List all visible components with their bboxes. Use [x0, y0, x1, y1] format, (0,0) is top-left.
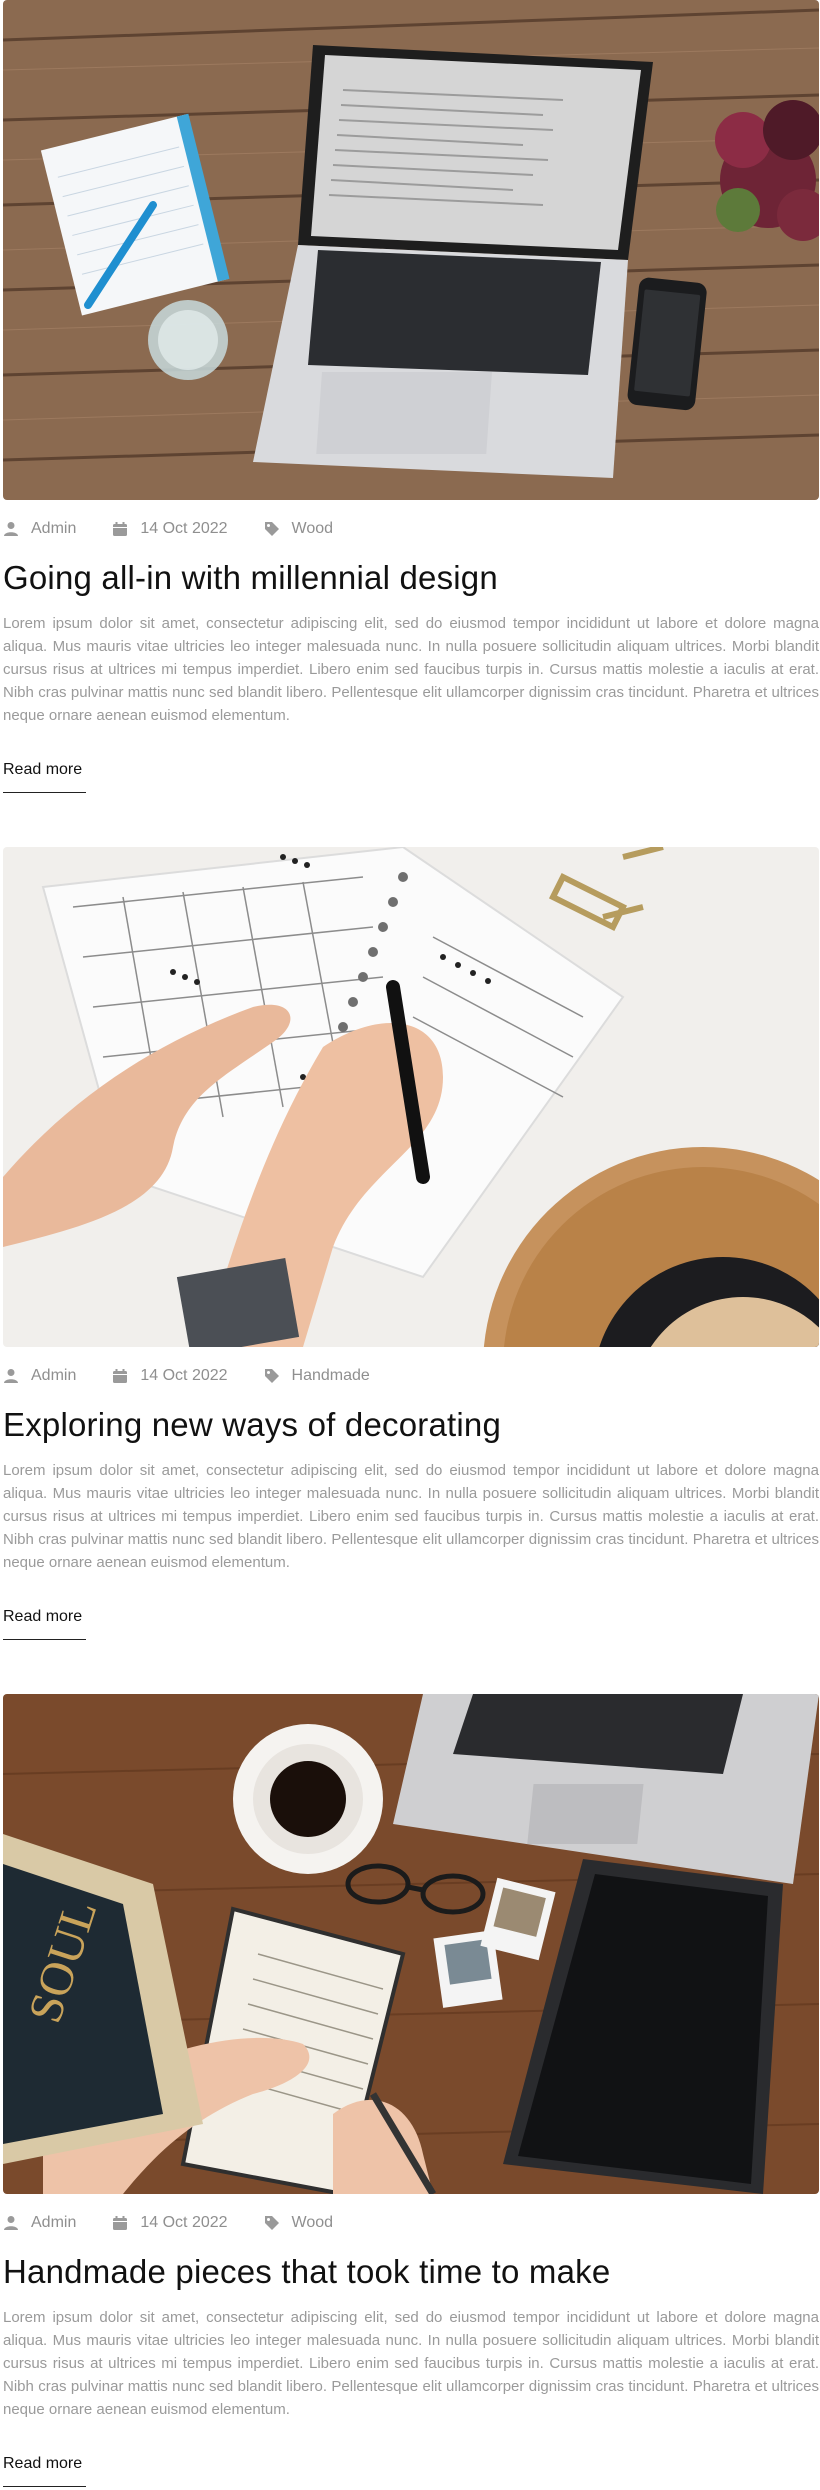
category-link[interactable]: Handmade: [292, 1367, 370, 1385]
calendar-icon: [112, 1368, 128, 1384]
post-title[interactable]: Going all-in with millennial design: [3, 556, 498, 600]
calendar-icon: [112, 521, 128, 537]
post-excerpt: Lorem ipsum dolor sit amet, consectetur …: [3, 1462, 819, 1571]
read-more-link[interactable]: Read more: [3, 760, 82, 780]
meta-author[interactable]: Admin: [3, 2214, 76, 2232]
meta-date: 14 Oct 2022: [112, 1367, 228, 1385]
post-date: 14 Oct 2022: [140, 2214, 228, 2231]
author-link[interactable]: Admin: [31, 2214, 76, 2232]
blog-post: SOUL Admin 14 Oct 2022 Wood Handmade pie…: [3, 1694, 819, 2487]
post-image[interactable]: SOUL: [3, 1694, 819, 2194]
user-icon: [3, 1368, 19, 1384]
meta-category[interactable]: Wood: [264, 2214, 334, 2232]
blog-post: Admin 14 Oct 2022 Wood Going all-in with…: [3, 0, 819, 793]
post-meta: Admin 14 Oct 2022 Wood: [3, 2211, 369, 2235]
post-excerpt: Lorem ipsum dolor sit amet, consectetur …: [3, 2309, 819, 2418]
read-more-underline: [3, 2486, 86, 2487]
user-icon: [3, 521, 19, 537]
notebook-coffee-photo: SOUL: [3, 1694, 819, 2194]
category-link[interactable]: Wood: [292, 2214, 334, 2232]
meta-category[interactable]: Wood: [264, 520, 334, 538]
meta-date: 14 Oct 2022: [112, 2214, 228, 2232]
tag-icon: [264, 1368, 280, 1384]
category-link[interactable]: Wood: [292, 520, 334, 538]
blog-post: Admin 14 Oct 2022 Handmade Exploring new…: [3, 847, 819, 1640]
post-date: 14 Oct 2022: [140, 1367, 228, 1384]
post-excerpt: Lorem ipsum dolor sit amet, consectetur …: [3, 615, 819, 724]
meta-author[interactable]: Admin: [3, 520, 76, 538]
post-image[interactable]: [3, 847, 819, 1347]
post-title[interactable]: Handmade pieces that took time to make: [3, 2250, 610, 2294]
user-icon: [3, 2215, 19, 2231]
author-link[interactable]: Admin: [31, 1367, 76, 1385]
author-link[interactable]: Admin: [31, 520, 76, 538]
read-more-underline: [3, 792, 86, 793]
laptop-desk-photo: [3, 0, 819, 500]
read-more-underline: [3, 1639, 86, 1640]
planner-hands-photo: [3, 847, 819, 1347]
post-date: 14 Oct 2022: [140, 520, 228, 537]
post-meta: Admin 14 Oct 2022 Wood: [3, 517, 369, 541]
tag-icon: [264, 521, 280, 537]
post-image[interactable]: [3, 0, 819, 500]
post-meta: Admin 14 Oct 2022 Handmade: [3, 1364, 406, 1388]
post-title[interactable]: Exploring new ways of decorating: [3, 1403, 501, 1447]
meta-date: 14 Oct 2022: [112, 520, 228, 538]
tag-icon: [264, 2215, 280, 2231]
read-more-link[interactable]: Read more: [3, 1607, 82, 1627]
meta-category[interactable]: Handmade: [264, 1367, 370, 1385]
meta-author[interactable]: Admin: [3, 1367, 76, 1385]
read-more-link[interactable]: Read more: [3, 2454, 82, 2474]
calendar-icon: [112, 2215, 128, 2231]
